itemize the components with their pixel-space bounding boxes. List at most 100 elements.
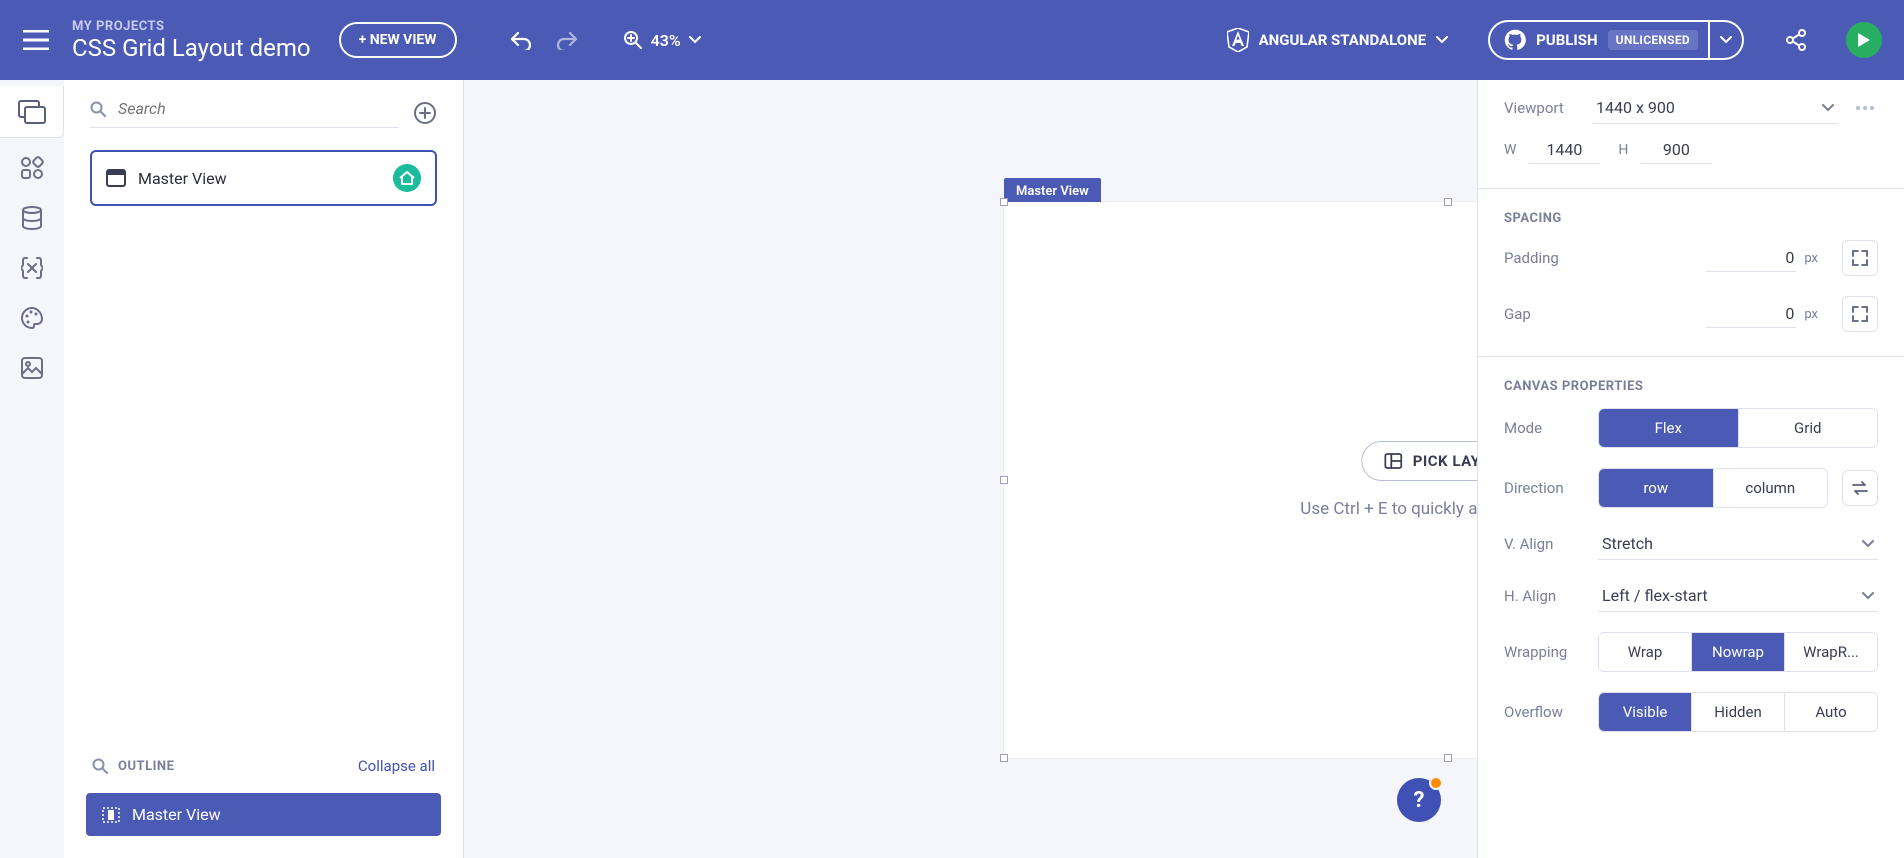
resize-handle[interactable] <box>1000 198 1008 206</box>
outline-item-master[interactable]: Master View <box>86 793 441 836</box>
gap-expand-button[interactable] <box>1842 296 1878 332</box>
artboard[interactable]: PICK LAYOUT Use Ctrl + E to quickly add … <box>1004 202 1477 758</box>
viewport-more[interactable] <box>1852 106 1878 110</box>
publish-group: PUBLISH UNLICENSED <box>1488 20 1744 60</box>
overflow-segmented: Visible Hidden Auto <box>1598 692 1878 732</box>
app-header: MY PROJECTS CSS Grid Layout demo + NEW V… <box>0 0 1904 80</box>
expand-icon <box>1851 305 1869 323</box>
resize-handle[interactable] <box>1444 754 1452 762</box>
add-view-button[interactable] <box>413 101 437 125</box>
height-label: H <box>1618 142 1628 158</box>
publish-button[interactable]: PUBLISH UNLICENSED <box>1488 20 1710 60</box>
help-icon: ? <box>1414 788 1425 813</box>
framework-select[interactable]: ANGULAR STANDALONE <box>1227 28 1449 52</box>
new-view-button[interactable]: + NEW VIEW <box>339 22 457 58</box>
framework-label: ANGULAR STANDALONE <box>1259 31 1427 49</box>
direction-column-button[interactable]: column <box>1713 469 1828 507</box>
viewport-value: 1440 x 900 <box>1596 98 1675 117</box>
chevron-down-icon <box>1862 540 1874 548</box>
swap-icon <box>1851 481 1869 495</box>
mode-label: Mode <box>1504 419 1584 437</box>
wrapping-label: Wrapping <box>1504 643 1584 661</box>
windows-icon <box>18 100 46 124</box>
chevron-down-icon <box>1720 36 1732 44</box>
side-rail <box>0 80 64 858</box>
direction-label: Direction <box>1504 479 1584 497</box>
collapse-all-button[interactable]: Collapse all <box>358 757 435 775</box>
overflow-visible-button[interactable]: Visible <box>1599 693 1691 731</box>
zoom-value: 43% <box>651 31 681 50</box>
pick-layout-button[interactable]: PICK LAYOUT <box>1362 441 1477 481</box>
preview-button[interactable] <box>1846 22 1882 58</box>
rail-views-tab[interactable] <box>0 86 64 138</box>
rail-components-tab[interactable] <box>12 148 52 188</box>
search-field[interactable] <box>90 98 399 128</box>
gap-label: Gap <box>1504 305 1584 323</box>
wrapreverse-button[interactable]: WrapR... <box>1784 633 1877 671</box>
mode-segmented: Flex Grid <box>1598 408 1878 448</box>
license-badge: UNLICENSED <box>1608 30 1698 50</box>
properties-panel: Viewport 1440 x 900 W H SPACING Padding <box>1477 80 1904 858</box>
view-item-master[interactable]: Master View <box>90 150 437 206</box>
rail-theme-tab[interactable] <box>12 298 52 338</box>
padding-label: Padding <box>1504 249 1584 267</box>
rail-data-tab[interactable] <box>12 198 52 238</box>
direction-segmented: row column <box>1598 468 1828 508</box>
valign-label: V. Align <box>1504 535 1584 553</box>
search-icon <box>92 758 108 774</box>
halign-label: H. Align <box>1504 587 1584 605</box>
rail-assets-tab[interactable] <box>12 348 52 388</box>
share-icon[interactable] <box>1782 26 1810 54</box>
mode-grid-button[interactable]: Grid <box>1738 409 1878 447</box>
gap-input[interactable] <box>1706 300 1796 328</box>
viewport-label: Viewport <box>1504 99 1578 117</box>
height-input[interactable] <box>1640 136 1712 164</box>
resize-handle[interactable] <box>1444 198 1452 206</box>
angular-icon <box>1227 28 1249 52</box>
project-title: CSS Grid Layout demo <box>72 34 311 62</box>
resize-handle[interactable] <box>1000 476 1008 484</box>
gap-unit: px <box>1804 307 1818 322</box>
direction-swap-button[interactable] <box>1842 470 1878 506</box>
home-icon <box>399 171 415 185</box>
overflow-auto-button[interactable]: Auto <box>1784 693 1877 731</box>
canvas-props-title: CANVAS PROPERTIES <box>1478 365 1904 398</box>
padding-expand-button[interactable] <box>1842 240 1878 276</box>
width-input[interactable] <box>1528 136 1600 164</box>
chevron-down-icon <box>689 36 701 44</box>
wrapping-segmented: Wrap Nowrap WrapR... <box>1598 632 1878 672</box>
halign-select[interactable]: Left / flex-start <box>1598 580 1878 612</box>
github-icon <box>1504 29 1526 51</box>
canvas[interactable]: Master View PICK LAYOUT Use Ctrl + E to … <box>464 80 1477 858</box>
viewport-select[interactable]: 1440 x 900 <box>1592 92 1838 124</box>
help-button[interactable]: ? <box>1397 778 1441 822</box>
halign-value: Left / flex-start <box>1602 586 1708 605</box>
breadcrumb[interactable]: MY PROJECTS <box>72 19 311 34</box>
artboard-tag[interactable]: Master View <box>1004 178 1101 205</box>
chevron-down-icon <box>1436 36 1448 44</box>
mode-flex-button[interactable]: Flex <box>1599 409 1738 447</box>
resize-handle[interactable] <box>1000 754 1008 762</box>
padding-input[interactable] <box>1706 244 1796 272</box>
home-badge[interactable] <box>393 164 421 192</box>
undo-icon[interactable] <box>507 26 535 54</box>
search-input[interactable] <box>116 98 399 119</box>
expand-icon <box>1851 249 1869 267</box>
card-icon <box>106 169 126 187</box>
wrap-button[interactable]: Wrap <box>1599 633 1691 671</box>
publish-dropdown[interactable] <box>1710 20 1744 60</box>
view-item-label: Master View <box>138 169 381 188</box>
layout-icon <box>1385 453 1403 469</box>
nowrap-button[interactable]: Nowrap <box>1691 633 1784 671</box>
rail-variables-tab[interactable] <box>12 248 52 288</box>
zoom-control[interactable]: 43% <box>623 30 701 50</box>
valign-select[interactable]: Stretch <box>1598 528 1878 560</box>
width-label: W <box>1504 142 1516 158</box>
notification-dot <box>1429 776 1443 790</box>
outline-item-label: Master View <box>132 805 221 824</box>
menu-icon[interactable] <box>22 26 50 54</box>
overflow-label: Overflow <box>1504 703 1584 721</box>
padding-unit: px <box>1804 251 1818 266</box>
direction-row-button[interactable]: row <box>1599 469 1713 507</box>
overflow-hidden-button[interactable]: Hidden <box>1691 693 1784 731</box>
